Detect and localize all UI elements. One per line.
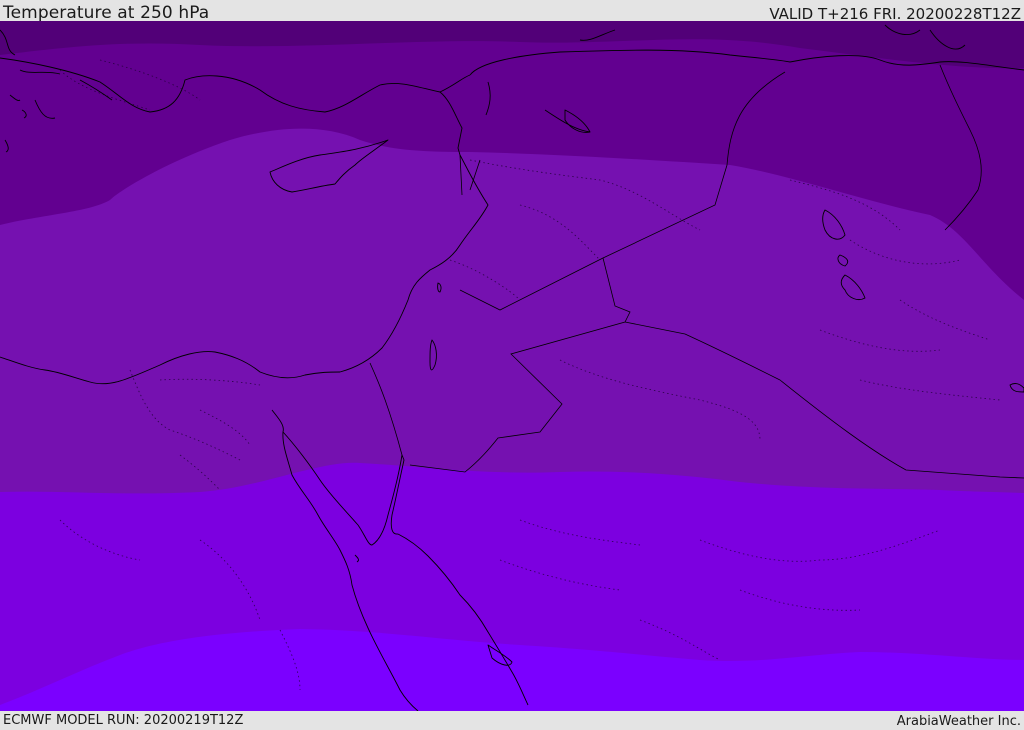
model-run-label: ECMWF MODEL RUN: 20200219T12Z <box>3 713 244 728</box>
map-area <box>0 21 1024 711</box>
temperature-map <box>0 21 1024 711</box>
map-title: Temperature at 250 hPa <box>3 3 210 23</box>
header-bar: Temperature at 250 hPa VALID T+216 FRI. … <box>0 0 1024 23</box>
credit-label: ArabiaWeather Inc. <box>896 714 1021 729</box>
footer-bar: ECMWF MODEL RUN: 20200219T12Z ArabiaWeat… <box>0 711 1024 729</box>
